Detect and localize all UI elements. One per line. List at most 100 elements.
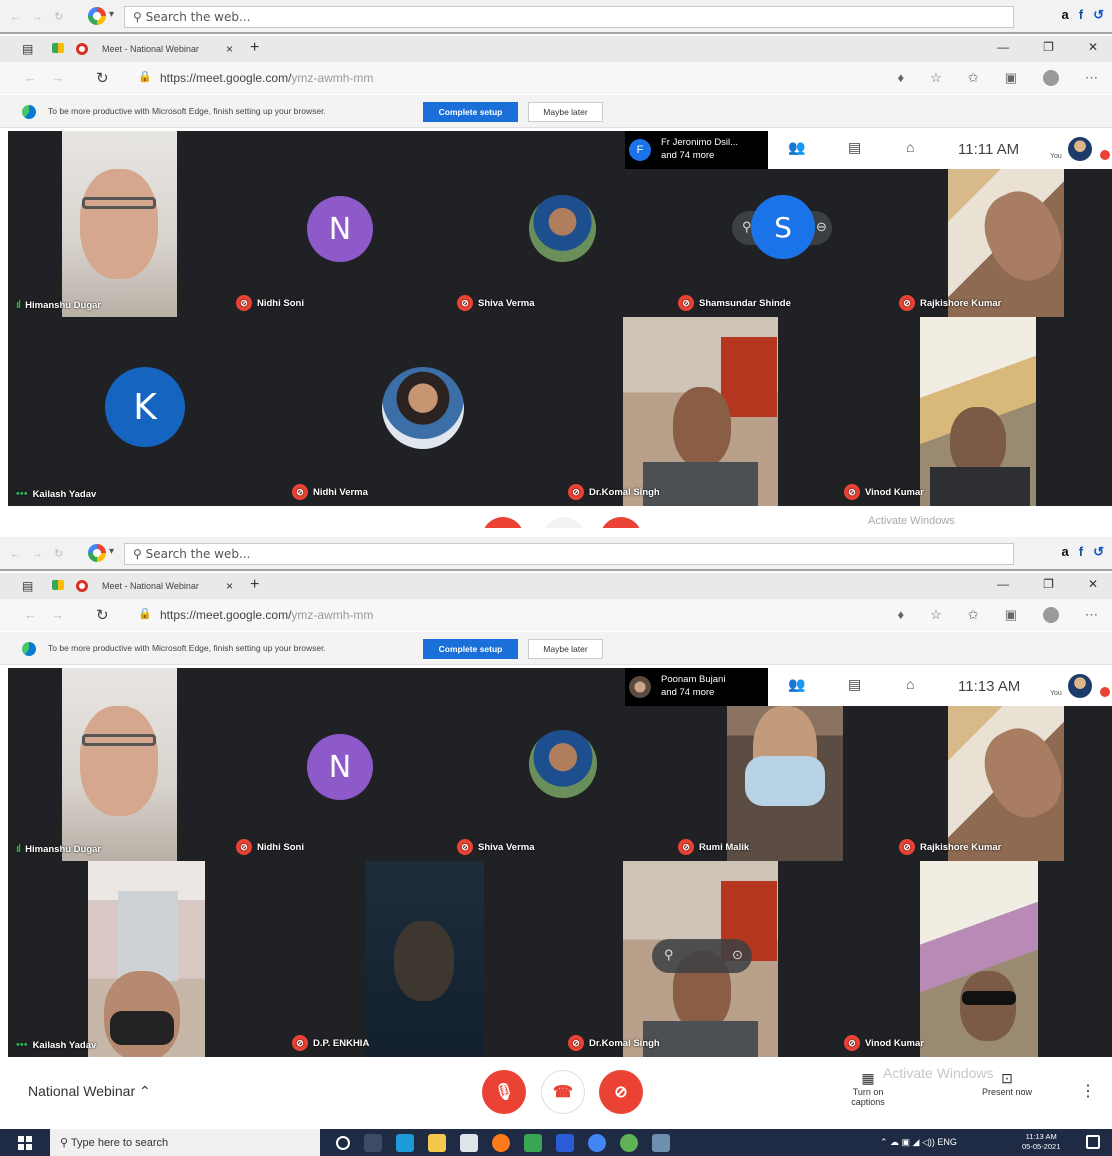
reload-icon[interactable]: ↻ [96, 69, 109, 87]
edge-app-icon[interactable] [396, 1134, 414, 1152]
close-window-icon[interactable]: ✕ [1088, 40, 1098, 54]
back-forward-icons[interactable]: ←→ [24, 70, 78, 85]
more-options-icon[interactable]: ⋮ [1080, 1081, 1096, 1101]
google-icon[interactable] [88, 7, 106, 25]
chat-icon[interactable]: ▤ [848, 139, 861, 156]
favorites-icon[interactable]: ✩ [968, 607, 979, 623]
mic-button[interactable] [482, 517, 524, 528]
firefox-icon[interactable] [492, 1134, 510, 1152]
participant-tile[interactable]: N ⊘ Nidhi Soni [228, 668, 449, 861]
taskbar-search[interactable]: ⚲ Type here to search [50, 1129, 320, 1156]
windows-start-icon[interactable] [18, 1136, 32, 1150]
cortana-icon[interactable] [336, 1136, 350, 1150]
profile-icon[interactable] [1043, 607, 1059, 623]
nav-arrows[interactable]: ← → ↻ [10, 10, 67, 23]
participant-tile[interactable]: K ••• Kailash Yadav [8, 317, 284, 506]
google-icon[interactable] [88, 544, 106, 562]
url-field[interactable]: https://meet.google.com/ymz-awmh-mm [160, 608, 373, 622]
collections-icon[interactable]: ▣ [1005, 70, 1017, 86]
activities-icon[interactable]: ⌂ [906, 139, 914, 155]
task-view-icon[interactable] [364, 1134, 382, 1152]
favorite-add-icon[interactable]: ☆ [930, 607, 942, 623]
nav-arrows[interactable]: ← → ↻ [10, 547, 67, 560]
participant-tile[interactable]: ⊘ D.P. ENKHIA [284, 861, 560, 1057]
new-tab-icon[interactable]: + [250, 39, 259, 57]
participant-tile[interactable]: N ⊘ Nidhi Soni [228, 131, 449, 317]
mail-icon[interactable] [460, 1134, 478, 1152]
maybe-later-button[interactable]: Maybe later [528, 102, 603, 122]
facebook-icon[interactable]: f [1079, 544, 1083, 560]
web-search-input[interactable]: ⚲ Search the web... [124, 6, 1014, 28]
participants-strip[interactable]: F Fr Jeronimo Dsil... and 74 more [625, 131, 768, 169]
back-forward-icons[interactable]: ←→ [24, 607, 78, 622]
participant-tile[interactable]: ⊘ Vinod Kumar [836, 317, 1112, 506]
chevron-down-icon[interactable]: ▾ [109, 9, 114, 20]
close-tab-icon[interactable]: × [226, 42, 233, 56]
store-icon[interactable] [524, 1134, 542, 1152]
favorites-icon[interactable]: ✩ [968, 70, 979, 86]
chat-icon[interactable]: ▤ [848, 676, 861, 693]
activities-icon[interactable]: ⌂ [906, 676, 914, 692]
url-field[interactable]: https://meet.google.com/ymz-awmh-mm [160, 71, 373, 85]
minimize-icon[interactable]: — [997, 577, 1009, 591]
menu-icon[interactable]: ⋯ [1085, 607, 1098, 623]
maybe-later-button[interactable]: Maybe later [528, 639, 603, 659]
tab-meet[interactable]: Meet - National Webinar [94, 41, 244, 59]
favorite-add-icon[interactable]: ☆ [930, 70, 942, 86]
participant-tile[interactable]: ıl Himanshu Dugar [8, 668, 228, 861]
close-window-icon[interactable]: ✕ [1088, 577, 1098, 591]
participant-tile[interactable]: ⚲ ⊙ ⊘ Dr.Komal Singh [560, 861, 836, 1057]
self-avatar[interactable] [1068, 674, 1092, 698]
tab-actions-icon[interactable]: ▤ [22, 579, 33, 593]
mic-icon[interactable]: ♦ [898, 607, 905, 623]
notification-icon[interactable] [1086, 1135, 1100, 1149]
text-icon[interactable]: a [1062, 544, 1069, 560]
more-options-icon[interactable]: ⊙ [732, 947, 743, 963]
people-icon[interactable]: 👥 [788, 139, 805, 156]
tab-actions-icon[interactable]: ▤ [22, 42, 33, 56]
participant-tile[interactable]: ⊘ Nidhi Verma [284, 317, 560, 506]
maximize-icon[interactable]: ❐ [1043, 577, 1054, 591]
participant-tile[interactable]: ⊘ Vinod Kumar [836, 861, 1112, 1057]
meeting-details[interactable]: National Webinar ⌃ [28, 1083, 151, 1100]
leave-call-button[interactable]: ☎ [541, 1070, 585, 1114]
captions-button[interactable]: ▦ Turn on captions [838, 1070, 898, 1107]
close-tab-icon[interactable]: × [226, 579, 233, 593]
chrome-icon[interactable] [588, 1134, 606, 1152]
participant-tile[interactable]: ⊘ Dr.Komal Singh [560, 317, 836, 506]
participants-strip[interactable]: Poonam Bujani and 74 more [625, 668, 768, 706]
mic-toggle-button[interactable]: 🎙 [482, 1070, 526, 1114]
chevron-down-icon[interactable]: ▾ [109, 546, 114, 557]
text-icon[interactable]: a [1062, 7, 1069, 23]
collections-icon[interactable]: ▣ [1005, 607, 1017, 623]
taskbar-clock[interactable]: 11:13 AM 05-05-2021 [1022, 1132, 1060, 1152]
remove-icon[interactable]: ⊖ [816, 219, 827, 235]
leave-button[interactable] [543, 517, 585, 528]
paint-icon[interactable] [652, 1134, 670, 1152]
whatsapp-icon[interactable] [620, 1134, 638, 1152]
system-tray[interactable]: ⌃ ☁ ▣ ◢ ◁)) ENG [880, 1137, 957, 1148]
present-now-button[interactable]: ⊡ Present now [972, 1070, 1042, 1097]
reload-icon[interactable]: ↻ [96, 606, 109, 624]
mic-icon[interactable]: ♦ [898, 70, 905, 86]
file-explorer-icon[interactable] [428, 1134, 446, 1152]
participant-tile[interactable]: ıl Himanshu Dugar [8, 131, 228, 317]
pin-icon[interactable]: ⚲ [664, 947, 674, 963]
participant-tile[interactable]: ••• Kailash Yadav [8, 861, 284, 1057]
profile-icon[interactable] [1043, 70, 1059, 86]
word-icon[interactable] [556, 1134, 574, 1152]
sync-icon[interactable]: ↺ [1093, 544, 1104, 560]
complete-setup-button[interactable]: Complete setup [423, 639, 518, 659]
camera-toggle-button[interactable]: ⊘ [599, 1070, 643, 1114]
minimize-icon[interactable]: — [997, 40, 1009, 54]
maximize-icon[interactable]: ❐ [1043, 40, 1054, 54]
sync-icon[interactable]: ↺ [1093, 7, 1104, 23]
facebook-icon[interactable]: f [1079, 7, 1083, 23]
complete-setup-button[interactable]: Complete setup [423, 102, 518, 122]
camera-button[interactable] [600, 517, 642, 528]
tab-meet[interactable]: Meet - National Webinar [94, 578, 244, 596]
self-avatar[interactable] [1068, 137, 1092, 161]
web-search-input[interactable]: ⚲ Search the web... [124, 543, 1014, 565]
menu-icon[interactable]: ⋯ [1085, 70, 1098, 86]
new-tab-icon[interactable]: + [250, 576, 259, 594]
